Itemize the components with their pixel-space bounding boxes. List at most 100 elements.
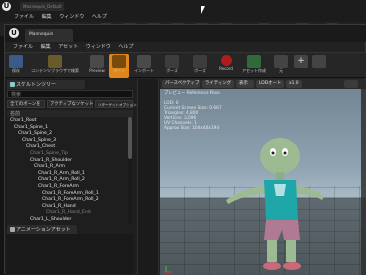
viewport-perspective-button[interactable]: パースペクティブ: [162, 80, 200, 88]
back-menu-edit[interactable]: 編集: [42, 14, 52, 20]
record-label: Record: [219, 66, 233, 71]
add-button[interactable]: +: [293, 54, 309, 78]
create-asset-icon: [247, 55, 261, 68]
bone-tree-row[interactable]: Char1_R_Arm_Roll_2: [38, 177, 85, 183]
socket-filter-dropdown[interactable]: アクティブなソケット: [47, 100, 93, 108]
save-button[interactable]: 保存: [9, 54, 23, 78]
bone-tree-row[interactable]: Char1_R_Shoulder: [30, 158, 72, 164]
back-menu-help[interactable]: ヘルプ: [92, 14, 107, 20]
background-tab-title: Mannequin_Default: [23, 4, 62, 9]
save-icon: [9, 55, 23, 68]
undo-label: 元: [279, 68, 283, 73]
background-menu-bar: ファイル 編集 ウィンドウ ヘルプ: [14, 14, 113, 20]
record-button[interactable]: Record: [215, 54, 237, 78]
bone-tree-row[interactable]: Char1_R_Arm_Roll_1: [38, 171, 85, 177]
viewport-speed-button[interactable]: x1.0: [286, 80, 302, 88]
asset-browser-icon: [10, 227, 15, 232]
viewport-lod-button[interactable]: LODオート: [256, 80, 284, 88]
bone-tree: Char1_Root Char1_Spine_1 Char1_Spine_2 Char…: [7, 117, 127, 224]
create-asset-button[interactable]: アセット作成: [239, 54, 269, 78]
bone-button[interactable]: ボーン: [109, 54, 129, 78]
create-asset-label: アセット作成: [242, 68, 266, 73]
save-label: 保存: [12, 68, 20, 73]
import-icon: [137, 55, 151, 68]
skeleton-tree-panel: スケルトンツリー 検索 全てのボーンを アクティブなソケット リターゲットオプシ…: [5, 79, 147, 275]
bone-tree-row[interactable]: Char1_Root: [10, 118, 36, 124]
browse-label: コンテンツブラウザで検索: [31, 68, 79, 73]
preview-label: Preview: [89, 68, 105, 73]
add-icon: +: [294, 55, 308, 68]
bone-tree-row[interactable]: Char1_Spine_1: [14, 125, 48, 131]
preview-button[interactable]: Preview: [87, 54, 107, 78]
bone-tree-row[interactable]: Char1_R_ForeArm: [38, 184, 79, 190]
persona-editor-window: U Mannequin ファイル 編集 アセット ウィンドウ ヘルプ 保存 コン…: [4, 24, 366, 275]
bone-tree-row[interactable]: Char1_Spine_2: [18, 131, 52, 137]
speed-label: x1.0: [289, 81, 299, 86]
undo-icon: [274, 55, 288, 68]
preview-icon: [90, 55, 104, 68]
bone-filter-dropdown[interactable]: 全てのボーンを: [7, 100, 45, 108]
menu-edit[interactable]: 編集: [41, 44, 51, 50]
skeleton-search-input[interactable]: 検索: [7, 90, 133, 98]
tree-scrollbar-thumb[interactable]: [128, 117, 132, 159]
record-icon: [220, 55, 232, 66]
bone-tree-row[interactable]: Char1_R_Arm: [34, 164, 65, 170]
import-label: インポート: [134, 68, 154, 73]
remove-icon: [312, 55, 326, 68]
editor-document-tab[interactable]: Mannequin: [25, 29, 73, 42]
skeleton-tree-tab[interactable]: スケルトンツリー: [7, 80, 85, 89]
menu-window[interactable]: ウィンドウ: [86, 44, 111, 50]
bone-tree-row[interactable]: Char1_Chest: [26, 144, 55, 150]
viewport-approx-size: Approx Size: 104x40x194: [164, 126, 220, 131]
bone-tree-row[interactable]: Char1_R_ForeArm_Roll_1: [42, 191, 99, 197]
back-menu-file[interactable]: ファイル: [14, 14, 34, 20]
pose-icon: [165, 55, 179, 68]
lighting-label: ライティング: [205, 81, 231, 86]
viewport-options-button[interactable]: [344, 80, 358, 88]
mouse-cursor-icon: [201, 6, 205, 14]
pose-label: ポーズ: [166, 68, 178, 73]
menu-asset[interactable]: アセット: [58, 44, 78, 50]
editor-tab-title: Mannequin: [29, 32, 54, 37]
pose-button[interactable]: ポーズ: [159, 54, 185, 78]
viewport-show-button[interactable]: 表示: [236, 80, 254, 88]
viewport-lighting-button[interactable]: ライティング: [202, 80, 234, 88]
bone-filter-label: 全てのボーンを: [10, 102, 41, 107]
details-panel-collapsed: [137, 79, 159, 275]
bone-tree-row[interactable]: Char1_R_Hand_End: [46, 210, 91, 216]
axis-gizmo-icon: [165, 266, 172, 273]
skeleton-tree-tab-label: スケルトンツリー: [16, 82, 57, 88]
bone-tree-row[interactable]: Char1_Spine_3: [22, 138, 56, 144]
pose2-label: ポーズ: [194, 68, 206, 73]
import-button[interactable]: インポート: [131, 54, 157, 78]
lod-label: LODオート: [259, 81, 282, 86]
menu-file[interactable]: ファイル: [13, 44, 33, 50]
bone-tree-row[interactable]: Char1_R_ForeArm_Roll_2: [42, 197, 99, 203]
retarget-options-toggle[interactable]: リターゲットオプションを表示: [95, 100, 147, 108]
bone-tree-row[interactable]: Char1_L_Shoulder: [30, 217, 71, 223]
browse-content-button[interactable]: コンテンツブラウザで検索: [31, 54, 79, 78]
skeleton-tree-icon: [10, 82, 15, 87]
menu-help[interactable]: ヘルプ: [118, 44, 133, 50]
back-menu-window[interactable]: ウィンドウ: [59, 14, 84, 20]
tree-column-header: 名前: [7, 110, 133, 117]
pose-button-2[interactable]: ポーズ: [187, 54, 213, 78]
viewport-preview-label: プレビュー Reference Pose: [164, 91, 220, 96]
background-tab[interactable]: Mannequin_Default: [20, 2, 64, 11]
animation-asset-tab-label: アニメーションアセット: [16, 227, 71, 233]
socket-filter-label: アクティブなソケット: [50, 102, 94, 107]
editor-menu-bar: ファイル 編集 アセット ウィンドウ ヘルプ: [13, 44, 139, 50]
preview-viewport[interactable]: パースペクティブ ライティング 表示 LODオート x1.0 プレビュー Ref…: [160, 79, 366, 275]
bone-icon: [112, 55, 126, 68]
remove-button[interactable]: [311, 54, 327, 78]
bone-tree-row[interactable]: Char1_Spine_Tip: [30, 151, 68, 157]
unreal-logo-icon: U: [9, 28, 19, 38]
bone-tree-row[interactable]: Char1_R_Hand: [42, 204, 76, 210]
viewport-toolbar: パースペクティブ ライティング 表示 LODオート x1.0: [160, 79, 366, 89]
undo-button[interactable]: 元: [273, 54, 289, 78]
animation-asset-tab[interactable]: アニメーションアセット: [7, 225, 77, 234]
viewport-side-scrollbar[interactable]: [361, 89, 366, 275]
browse-icon: [48, 55, 62, 68]
character-model[interactable]: [220, 134, 330, 274]
pose2-icon: [193, 55, 207, 68]
